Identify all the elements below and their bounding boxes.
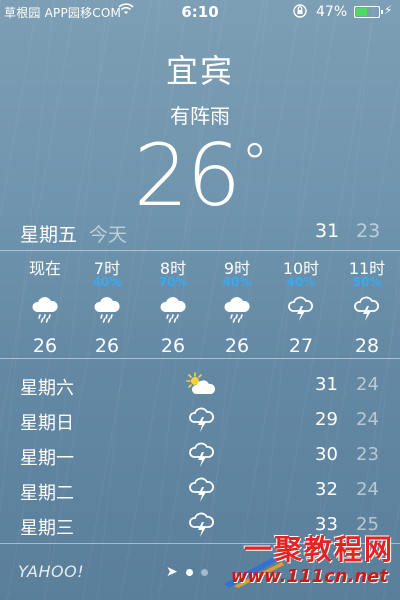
today-weekday: 星期五 [20, 224, 78, 246]
daily-low: 23 [356, 444, 379, 465]
site-watermark: 一聚教程网 www.111cn.net [224, 528, 394, 598]
page-dot-active [185, 568, 193, 576]
precip-chance: 70% [158, 275, 188, 289]
current-temperature: 26° [0, 126, 400, 226]
hour-temperature: 26 [32, 335, 58, 357]
precip-chance: 40% [286, 275, 316, 289]
divider-top [0, 250, 400, 251]
today-row: 星期五 今天 31 23 [0, 220, 400, 248]
precip-chance: 50% [352, 275, 382, 289]
thunderstorm-cloud-icon [182, 405, 222, 435]
hour-temperature: 27 [288, 335, 314, 357]
yahoo-logo-link[interactable]: YAHOO! [18, 562, 84, 581]
hourly-item: 11时 50% 28 [334, 255, 400, 357]
daily-weekday: 星期六 [20, 378, 74, 399]
daily-weekday: 星期三 [20, 518, 74, 539]
hour-temperature: 26 [94, 335, 120, 357]
hour-label: 7时 [93, 259, 121, 278]
page-dot [200, 568, 208, 576]
daily-high: 30 [315, 444, 338, 465]
daily-row: 星期一 30 23 [0, 440, 400, 470]
daily-low: 24 [356, 479, 379, 500]
today-low: 23 [356, 220, 381, 242]
charging-icon: ⚡ [384, 3, 393, 17]
thunderstorm-cloud-icon [182, 510, 222, 540]
orientation-lock-icon [292, 3, 308, 23]
status-bar: 草根园 APP园移COM 6:10 47% ⚡ [0, 0, 400, 24]
daily-weekday: 星期日 [20, 413, 74, 434]
hourly-item: 7时 40% 26 [74, 255, 140, 357]
temperature-value: 26 [133, 126, 241, 226]
hour-temperature: 26 [224, 335, 250, 357]
daily-weekday: 星期一 [20, 448, 74, 469]
daily-weekday: 星期二 [20, 483, 74, 504]
hour-label: 9时 [223, 259, 251, 278]
hourly-item: 9时 40% 26 [204, 255, 270, 357]
hourly-item: 10时 40% 27 [268, 255, 334, 357]
hour-label: 8时 [159, 259, 187, 278]
battery-icon [354, 6, 383, 18]
battery-fill [356, 8, 368, 16]
hour-temperature: 28 [354, 335, 380, 357]
daily-low: 24 [356, 374, 379, 395]
today-high: 31 [315, 220, 340, 242]
today-label: 今天 [89, 224, 128, 246]
divider-bottom [0, 358, 400, 359]
hourly-item: 8时 70% 26 [140, 255, 206, 357]
rain-cloud-icon [74, 291, 140, 327]
daily-row: 星期日 29 24 [0, 405, 400, 435]
daily-high: 31 [315, 374, 338, 395]
condition-text: 有阵雨 [170, 104, 230, 128]
degree-symbol: ° [241, 132, 268, 195]
rain-cloud-icon [140, 291, 206, 327]
city-name: 宜宾 [165, 52, 234, 90]
hour-label: 10时 [282, 259, 320, 278]
daily-row: 星期六 31 24 [0, 370, 400, 400]
thunderstorm-cloud-icon [182, 440, 222, 470]
page-indicator[interactable]: ➤ [166, 564, 208, 580]
precip-chance: 40% [222, 275, 252, 289]
thunderstorm-cloud-icon [334, 291, 400, 327]
precip-chance: 40% [92, 275, 122, 289]
watermark-url: www.111cn.net [230, 566, 388, 587]
hourly-forecast[interactable]: 现在 26 7时 40% 26 8时 70% 26 9时 40% 26 10时 … [0, 255, 400, 357]
location-arrow-icon: ➤ [166, 564, 178, 580]
thunderstorm-cloud-icon [268, 291, 334, 327]
rain-cloud-icon [204, 291, 270, 327]
daily-high: 32 [315, 479, 338, 500]
battery-percent: 47% [316, 4, 348, 20]
hour-label: 11时 [348, 259, 386, 278]
rain-cloud-icon [12, 291, 78, 327]
daily-high: 29 [315, 409, 338, 430]
thunderstorm-cloud-icon [182, 475, 222, 505]
partly-sunny-icon [182, 370, 222, 400]
hour-temperature: 26 [160, 335, 186, 357]
daily-row: 星期二 32 24 [0, 475, 400, 505]
hour-label: 现在 [28, 259, 61, 278]
watermark-title: 一聚教程网 [243, 533, 394, 566]
hourly-item: 现在 26 [12, 255, 78, 357]
daily-low: 24 [356, 409, 379, 430]
battery-nub [381, 10, 383, 14]
